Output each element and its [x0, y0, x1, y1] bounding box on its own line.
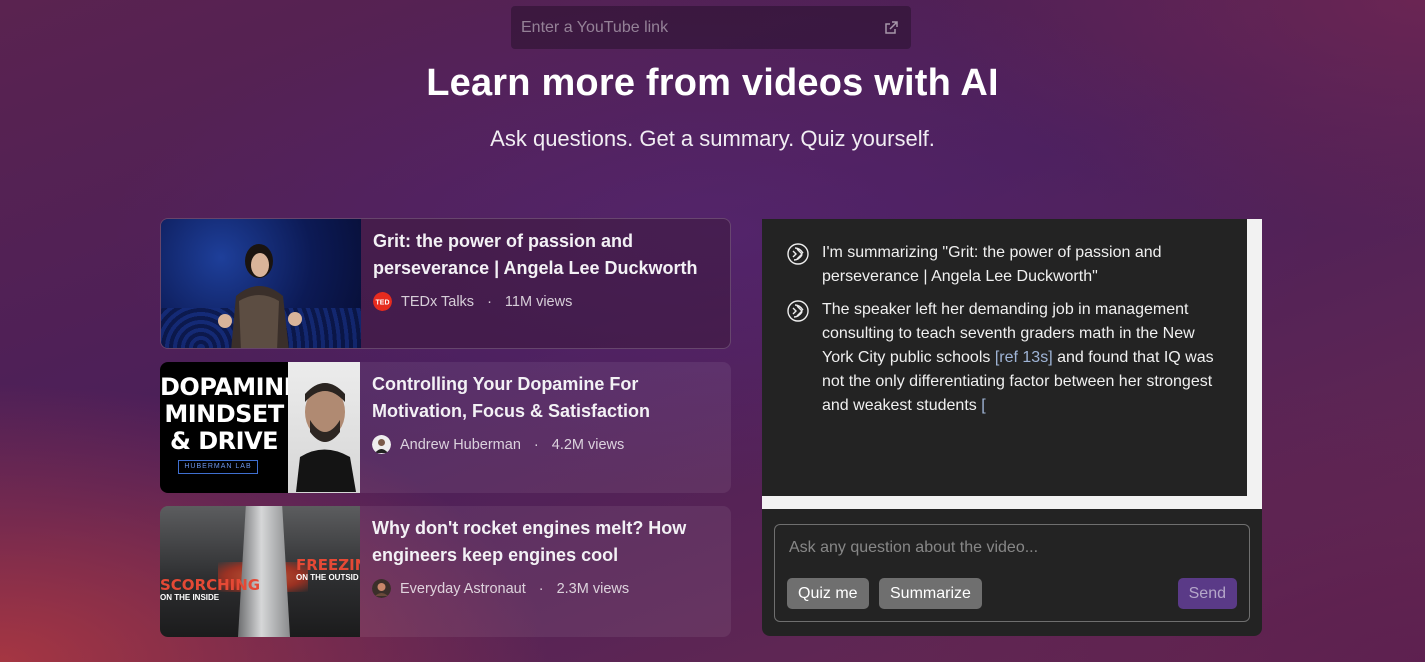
video-title: Grit: the power of passion and persevera… [373, 231, 698, 278]
thumbnail-text: FREEZIN [296, 556, 360, 574]
message-text: The speaker left her demanding job in ma… [822, 301, 1214, 414]
summarize-button[interactable]: Summarize [879, 578, 982, 609]
ai-message: The speaker left her demanding job in ma… [786, 298, 1223, 418]
video-title: Controlling Your Dopamine For Motivation… [372, 374, 651, 421]
question-input[interactable] [789, 539, 1229, 557]
timestamp-reference-link[interactable]: [ [981, 397, 985, 414]
chat-messages[interactable]: I'm summarizing "Grit: the power of pass… [762, 219, 1247, 496]
channel-name: Everyday Astronaut [400, 580, 526, 597]
ted-logo-icon: TED [373, 292, 392, 311]
thumbnail-text: MINDSET [164, 400, 284, 428]
video-thumbnail: DOPAMINE MINDSET & DRIVE HUBERMAN LAB [160, 362, 360, 493]
message-text: I'm summarizing "Grit: the power of pass… [822, 244, 1162, 285]
thumbnail-text: ON THE OUTSID [296, 573, 359, 582]
youtube-link-input[interactable] [521, 18, 883, 37]
avatar-icon [372, 579, 391, 598]
channel-name: Andrew Huberman [400, 436, 521, 453]
video-list: Grit: the power of passion and persevera… [160, 218, 731, 650]
video-card[interactable]: SCORCHING ON THE INSIDE FREEZIN ON THE O… [160, 506, 731, 637]
video-thumbnail [161, 219, 361, 348]
thumbnail-text: & DRIVE [169, 427, 279, 455]
avatar-icon [372, 435, 391, 454]
video-card[interactable]: Grit: the power of passion and persevera… [160, 218, 731, 349]
question-composer: Quiz me Summarize Send [774, 524, 1250, 622]
video-thumbnail: SCORCHING ON THE INSIDE FREEZIN ON THE O… [160, 506, 360, 637]
ai-assistant-icon [787, 243, 809, 265]
horizontal-scrollbar[interactable] [762, 496, 1262, 509]
timestamp-reference-link[interactable]: [ref 13s] [995, 349, 1053, 366]
page-title: Learn more from videos with AI [426, 62, 999, 104]
quiz-me-button[interactable]: Quiz me [787, 578, 869, 609]
thumbnail-text: DOPAMINE [160, 373, 300, 401]
chat-panel: I'm summarizing "Grit: the power of pass… [762, 219, 1262, 636]
send-button[interactable]: Send [1177, 578, 1237, 609]
video-card[interactable]: DOPAMINE MINDSET & DRIVE HUBERMAN LAB Co… [160, 362, 731, 493]
svg-text:TED: TED [376, 300, 390, 307]
thumbnail-text: ON THE INSIDE [160, 593, 220, 602]
thumbnail-badge: HUBERMAN LAB [178, 460, 258, 474]
vertical-scrollbar[interactable] [1247, 219, 1262, 509]
view-count: 4.2M views [551, 436, 625, 453]
view-count: 11M views [504, 293, 573, 310]
channel-name: TEDx Talks [401, 293, 475, 310]
ai-message: I'm summarizing "Grit: the power of pass… [786, 241, 1223, 289]
view-count: 2.3M views [556, 580, 630, 597]
page-subtitle: Ask questions. Get a summary. Quiz yours… [490, 126, 935, 151]
external-link-icon[interactable] [883, 20, 899, 36]
thumbnail-text: SCORCHING [160, 576, 261, 594]
ai-assistant-icon [787, 300, 809, 322]
youtube-link-search[interactable] [511, 6, 911, 49]
video-title: Why don't rocket engines melt? How engin… [372, 518, 687, 565]
